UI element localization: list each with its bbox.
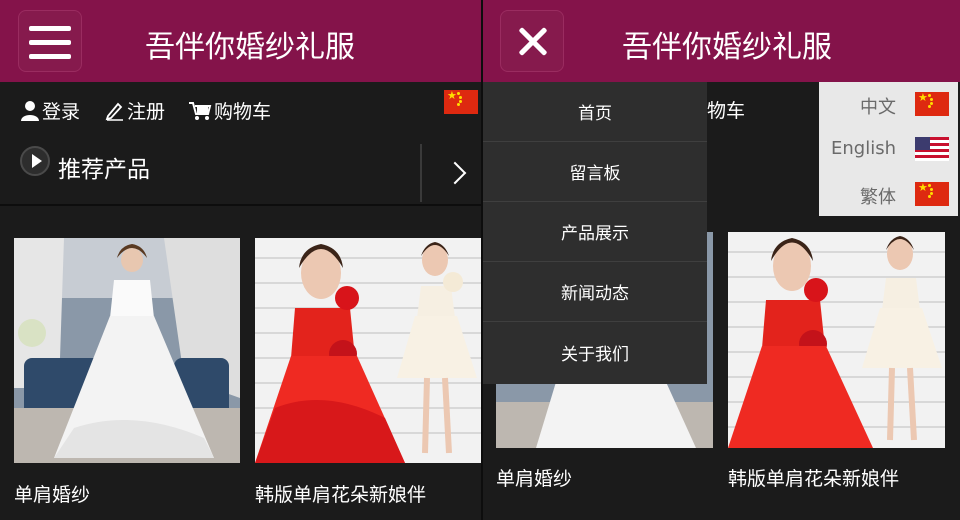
language-option-english[interactable]: English (819, 127, 958, 171)
recommended-section-header: 推荐产品 (0, 138, 481, 206)
language-option-traditional[interactable]: 繁体 (819, 172, 958, 216)
close-menu-button[interactable] (500, 10, 564, 72)
login-link[interactable]: 登录 (20, 97, 80, 124)
cart-label: 物车 (707, 100, 746, 122)
site-title: 吾伴你婚纱礼服 (145, 30, 355, 65)
cart-link[interactable]: 物车 (707, 96, 745, 123)
china-flag-icon (915, 91, 949, 116)
language-label: 中文 (860, 97, 896, 118)
login-label: 登录 (42, 101, 81, 123)
product-image[interactable] (728, 232, 945, 448)
user-bar: 登录 注册 购物车 (0, 82, 481, 132)
product-card[interactable]: 韩版单肩花朵新娘伴 (728, 232, 945, 512)
menu-item-products[interactable]: 产品展示 (483, 202, 707, 262)
product-card[interactable]: 韩版单肩花朵新娘伴 (255, 238, 481, 518)
nav-dropdown-menu: 首页 留言板 产品展示 新闻动态 关于我们 (483, 82, 707, 384)
header-bar: 吾伴你婚纱礼服 (483, 0, 960, 82)
product-name[interactable]: 单肩婚纱 (14, 480, 90, 507)
menu-item-news[interactable]: 新闻动态 (483, 262, 707, 322)
product-card[interactable]: 单肩婚纱 (14, 238, 240, 518)
product-name[interactable]: 韩版单肩花朵新娘伴 (255, 480, 426, 507)
cart-label: 购物车 (214, 101, 272, 123)
section-title: 推荐产品 (58, 157, 150, 183)
menu-item-guestbook[interactable]: 留言板 (483, 142, 707, 202)
shopping-cart-icon (189, 101, 212, 120)
language-label: English (831, 138, 896, 159)
more-arrow-button[interactable] (420, 144, 481, 202)
language-option-chinese[interactable]: 中文 (819, 82, 958, 126)
menu-item-about[interactable]: 关于我们 (483, 322, 707, 382)
product-name[interactable]: 韩版单肩花朵新娘伴 (728, 464, 899, 491)
menu-item-home[interactable]: 首页 (483, 82, 707, 142)
user-icon (21, 100, 39, 121)
product-image[interactable] (14, 238, 240, 463)
hamburger-menu-button[interactable] (18, 10, 82, 72)
site-title: 吾伴你婚纱礼服 (622, 30, 832, 65)
register-label: 注册 (127, 101, 166, 123)
us-flag-icon (915, 137, 949, 161)
china-flag-icon (915, 181, 949, 206)
left-screen: 吾伴你婚纱礼服 登录 注册 购物车 ★ 推荐产品 单肩婚纱 韩版单肩花朵新娘伴 (0, 0, 481, 520)
register-link[interactable]: 注册 (105, 97, 165, 124)
language-label: 繁体 (860, 187, 896, 208)
header-bar: 吾伴你婚纱礼服 (0, 0, 481, 82)
china-flag-icon[interactable] (444, 89, 478, 114)
language-panel: 中文 English 繁体 (819, 82, 958, 216)
play-icon (20, 146, 50, 176)
cart-link[interactable]: 购物车 (188, 97, 271, 124)
product-image[interactable] (255, 238, 481, 463)
product-name[interactable]: 单肩婚纱 (496, 464, 572, 491)
pencil-icon (105, 102, 123, 121)
